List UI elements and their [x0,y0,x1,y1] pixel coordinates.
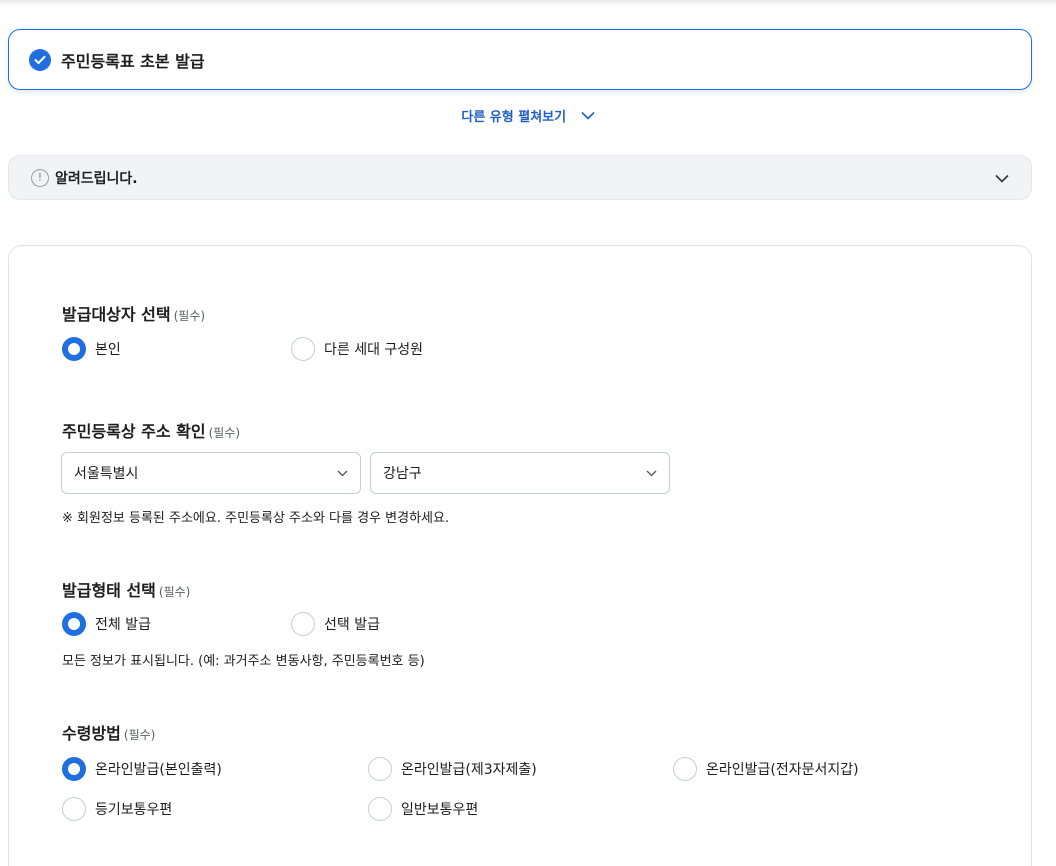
top-shadow [0,0,1056,6]
radio-online-e-wallet[interactable]: 온라인발급(전자문서지갑) [673,757,859,781]
city-value: 서울특별시 [74,466,139,482]
issue-form-title: 발급형태 선택 [62,581,156,600]
receive-section-title: 수령방법 (필수) [62,720,155,744]
radio-dot [673,757,697,781]
radio-label: 온라인발급(제3자제출) [401,762,537,778]
issue-form-note: 모든 정보가 표시됩니다. (예: 과거주소 변동사항, 주민등록번호 등) [62,654,425,669]
radio-label: 일반보통우편 [401,802,479,818]
check-circle-icon [29,48,51,71]
radio-regular-mail[interactable]: 일반보통우편 [368,797,478,821]
city-select[interactable]: 서울특별시 [61,452,361,494]
radio-online-self-print[interactable]: 온라인발급(본인출력) [62,757,222,781]
radio-dot [291,337,315,361]
radio-dot [368,757,392,781]
chevron-down-icon [337,465,348,481]
chevron-down-icon [995,168,1009,187]
required-mark: (필수) [123,728,156,742]
address-title: 주민등록상 주소 확인 [62,422,206,441]
address-section-title: 주민등록상 주소 확인 (필수) [62,418,240,442]
notice-accordion[interactable]: ! 알려드립니다. [8,155,1032,200]
address-note: ※ 회원정보 등록된 주소에요. 주민등록상 주소와 다를 경우 변경하세요. [62,511,450,526]
radio-label: 온라인발급(본인출력) [95,762,222,778]
show-other-types-button[interactable]: 다른 유형 펼쳐보기 [0,106,1056,125]
radio-dot [62,612,86,636]
district-select[interactable]: 강남구 [370,452,670,494]
radio-label: 전체 발급 [95,617,151,633]
target-title: 발급대상자 선택 [62,305,171,324]
radio-dot [368,797,392,821]
radio-dot [62,337,86,361]
radio-dot [62,797,86,821]
issue-form-section-title: 발급형태 선택 (필수) [62,577,190,601]
radio-registered-mail[interactable]: 등기보통우편 [62,797,172,821]
notice-label: 알려드립니다. [55,170,138,187]
selected-type-title: 주민등록표 초본 발급 [61,51,205,71]
radio-other-household-member[interactable]: 다른 세대 구성원 [291,337,423,361]
radio-label: 본인 [95,342,121,358]
required-mark: (필수) [158,585,191,599]
radio-dot [291,612,315,636]
radio-dot [62,757,86,781]
radio-online-third-party[interactable]: 온라인발급(제3자제출) [368,757,537,781]
radio-full-issue[interactable]: 전체 발급 [62,612,151,636]
exclamation-icon: ! [31,168,49,187]
target-section-title: 발급대상자 선택 (필수) [62,301,205,325]
radio-label: 다른 세대 구성원 [324,342,424,358]
chevron-down-icon [581,109,595,124]
chevron-down-icon [646,465,657,481]
required-mark: (필수) [173,309,206,323]
radio-label: 온라인발급(전자문서지갑) [706,762,859,778]
receive-title: 수령방법 [62,724,121,743]
radio-selective-issue[interactable]: 선택 발급 [291,612,380,636]
selected-document-type[interactable]: 주민등록표 초본 발급 [8,29,1032,90]
radio-label: 등기보통우편 [95,802,173,818]
radio-label: 선택 발급 [324,617,380,633]
required-mark: (필수) [208,426,241,440]
radio-self[interactable]: 본인 [62,337,121,361]
district-value: 강남구 [383,466,422,482]
show-other-types-label: 다른 유형 펼쳐보기 [461,110,567,125]
